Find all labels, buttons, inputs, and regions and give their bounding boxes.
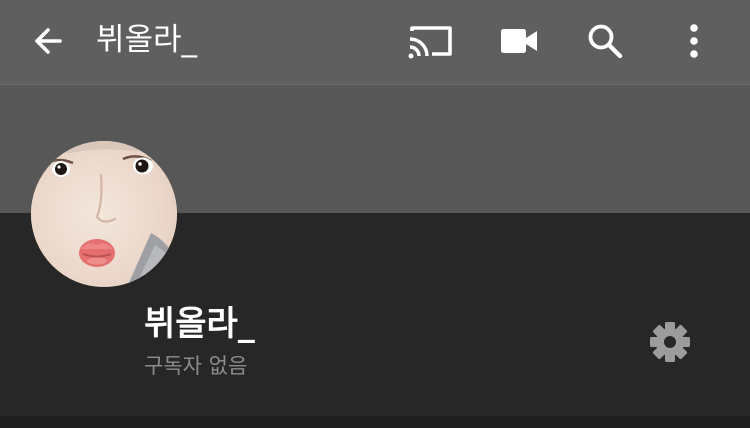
back-button[interactable] [20,13,76,69]
search-icon [588,24,623,59]
cast-button[interactable] [402,13,458,69]
gear-icon [650,322,690,362]
channel-title: 뷔올라_ [96,22,198,58]
upload-video-button[interactable] [491,13,547,69]
more-options-button[interactable] [666,13,722,69]
arrow-left-icon [35,28,62,54]
content-divider [0,416,750,428]
search-button[interactable] [577,13,633,69]
app-toolbar: 뷔올라_ [0,0,750,84]
more-vertical-icon [690,24,698,58]
channel-name: 뷔올라_ [144,304,255,344]
channel-avatar[interactable] [31,141,177,287]
channel-settings-button[interactable] [642,314,698,370]
profile-photo [31,141,177,287]
video-camera-icon [501,29,537,53]
cast-icon [408,26,452,59]
subscriber-count: 구독자 없음 [144,354,248,378]
channel-screen: 뷔올라_ 뷔올라_ 구독자 없음 [0,0,750,428]
